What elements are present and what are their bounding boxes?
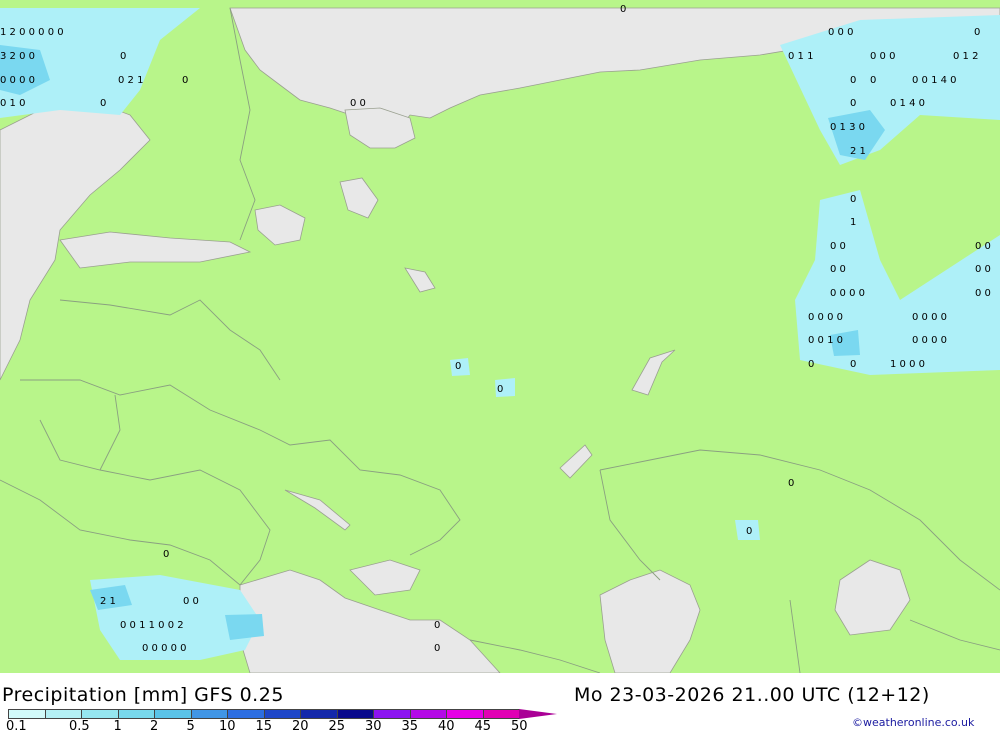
precip-southwest-core2	[225, 614, 264, 640]
value-label: 0 1 1	[788, 51, 814, 62]
legend-tick-label: 50	[511, 719, 528, 734]
legend-tick-label: 0.5	[69, 719, 90, 734]
legend-swatch	[227, 709, 265, 719]
value-label: 0	[163, 549, 170, 560]
legend-tick-label: 10	[219, 719, 236, 734]
map-title: Precipitation [mm] GFS 0.25	[2, 684, 284, 706]
value-label: 0 0	[183, 596, 199, 607]
legend-swatch	[117, 709, 155, 719]
value-label: 0	[850, 359, 857, 370]
value-label: 0 1 4 0	[890, 98, 925, 109]
legend-swatch	[44, 709, 82, 719]
valid-time: Mo 23-03-2026 21..00 UTC (12+12)	[574, 684, 930, 706]
value-label: 0	[746, 526, 753, 537]
value-label: 0	[974, 27, 981, 38]
value-label: 0	[455, 361, 462, 372]
value-label: 0	[182, 75, 189, 86]
value-label: 0 0 1 1 0 0 2	[120, 620, 184, 631]
value-label: 0 0 0 0 0	[142, 643, 187, 654]
legend-tick-label: 40	[438, 719, 455, 734]
legend-tick-label: 1	[113, 719, 122, 734]
value-label: 3 2 0 0	[0, 51, 35, 62]
value-label: 0 1 0	[0, 98, 26, 109]
value-label: 0 1 3 0	[830, 122, 865, 133]
value-label: 0 0	[830, 264, 846, 275]
value-label: 0	[120, 51, 127, 62]
value-label: 0 0	[975, 288, 991, 299]
value-label: 0	[808, 359, 815, 370]
legend-tick-label: 5	[186, 719, 195, 734]
value-label: 0 0 0 0	[912, 335, 947, 346]
lake-ladoga	[254, 204, 306, 246]
value-label: 0	[434, 643, 441, 654]
legend-swatch	[190, 709, 228, 719]
legend-tick-label: 2	[150, 719, 159, 734]
legend-swatch	[154, 709, 192, 719]
legend-swatch	[482, 709, 520, 719]
legend-tick-label: 35	[401, 719, 419, 734]
value-label: 0 2 1	[118, 75, 144, 86]
value-label: 1 0 0 0	[890, 359, 925, 370]
value-label: 0	[497, 384, 504, 395]
volga-reservoir	[631, 349, 676, 396]
value-label: 0 0 0 0	[830, 288, 865, 299]
legend-tick-label: 45	[474, 719, 492, 734]
legend-swatch	[300, 709, 338, 719]
lake-onega	[339, 177, 379, 219]
legend-swatch	[81, 709, 119, 719]
lake-rybinsk	[404, 267, 436, 293]
value-label: 0 0 0 0	[0, 75, 35, 86]
dnieper-reservoir	[284, 489, 351, 531]
legend-tick-label: 30	[365, 719, 382, 734]
legend-tick-label: 15	[255, 719, 273, 734]
value-label: 0	[850, 98, 857, 109]
sea-of-azov	[349, 559, 421, 596]
legend-tick-label: 0.1	[6, 719, 27, 734]
value-label: 1	[850, 217, 857, 228]
value-label: 0 0 0	[828, 27, 854, 38]
legend-swatch	[446, 709, 484, 719]
aral-sea	[834, 559, 911, 636]
gulf-of-finland	[59, 231, 252, 269]
legend-swatch	[263, 709, 301, 719]
value-label: 0	[100, 98, 107, 109]
value-label: 0	[850, 194, 857, 205]
value-label: 0 0 0 0	[808, 312, 843, 323]
value-label: 0 0 1 0	[808, 335, 843, 346]
value-label: 0 1 2	[953, 51, 979, 62]
value-label: 2 1	[850, 146, 866, 157]
precip-east	[795, 190, 1000, 375]
value-label: 2 1	[100, 596, 116, 607]
value-label: 0 0	[830, 241, 846, 252]
value-label: 0 0 1 4 0	[912, 75, 957, 86]
value-label: 0	[870, 75, 877, 86]
value-label: 0 0	[975, 241, 991, 252]
value-label: 0	[620, 4, 627, 15]
legend-swatch	[8, 709, 46, 719]
value-label: 1 2 0 0 0 0 0	[0, 27, 64, 38]
legend-tick-label: 25	[328, 719, 346, 734]
precipitation-map[interactable]: 1 2 0 0 0 0 0 3 2 0 0 0 0 0 0 0 0 2 1 0 …	[0, 0, 1000, 673]
value-label: 0 0	[975, 264, 991, 275]
legend-swatch	[373, 709, 411, 719]
credit-link[interactable]: ©weatheronline.co.uk	[852, 716, 974, 729]
kuybyshev-reservoir	[559, 444, 593, 479]
value-label: 0	[434, 620, 441, 631]
value-label: 0	[850, 75, 857, 86]
value-label: 0 0	[350, 98, 366, 109]
legend-swatch	[409, 709, 447, 719]
value-label: 0	[788, 478, 795, 489]
legend-swatch	[336, 709, 374, 719]
legend-tick-label: 20	[292, 719, 309, 734]
value-label: 0 0 0	[870, 51, 896, 62]
precip-northeast	[780, 15, 1000, 165]
caspian-sea	[599, 569, 701, 673]
value-label: 0 0 0 0	[912, 312, 947, 323]
